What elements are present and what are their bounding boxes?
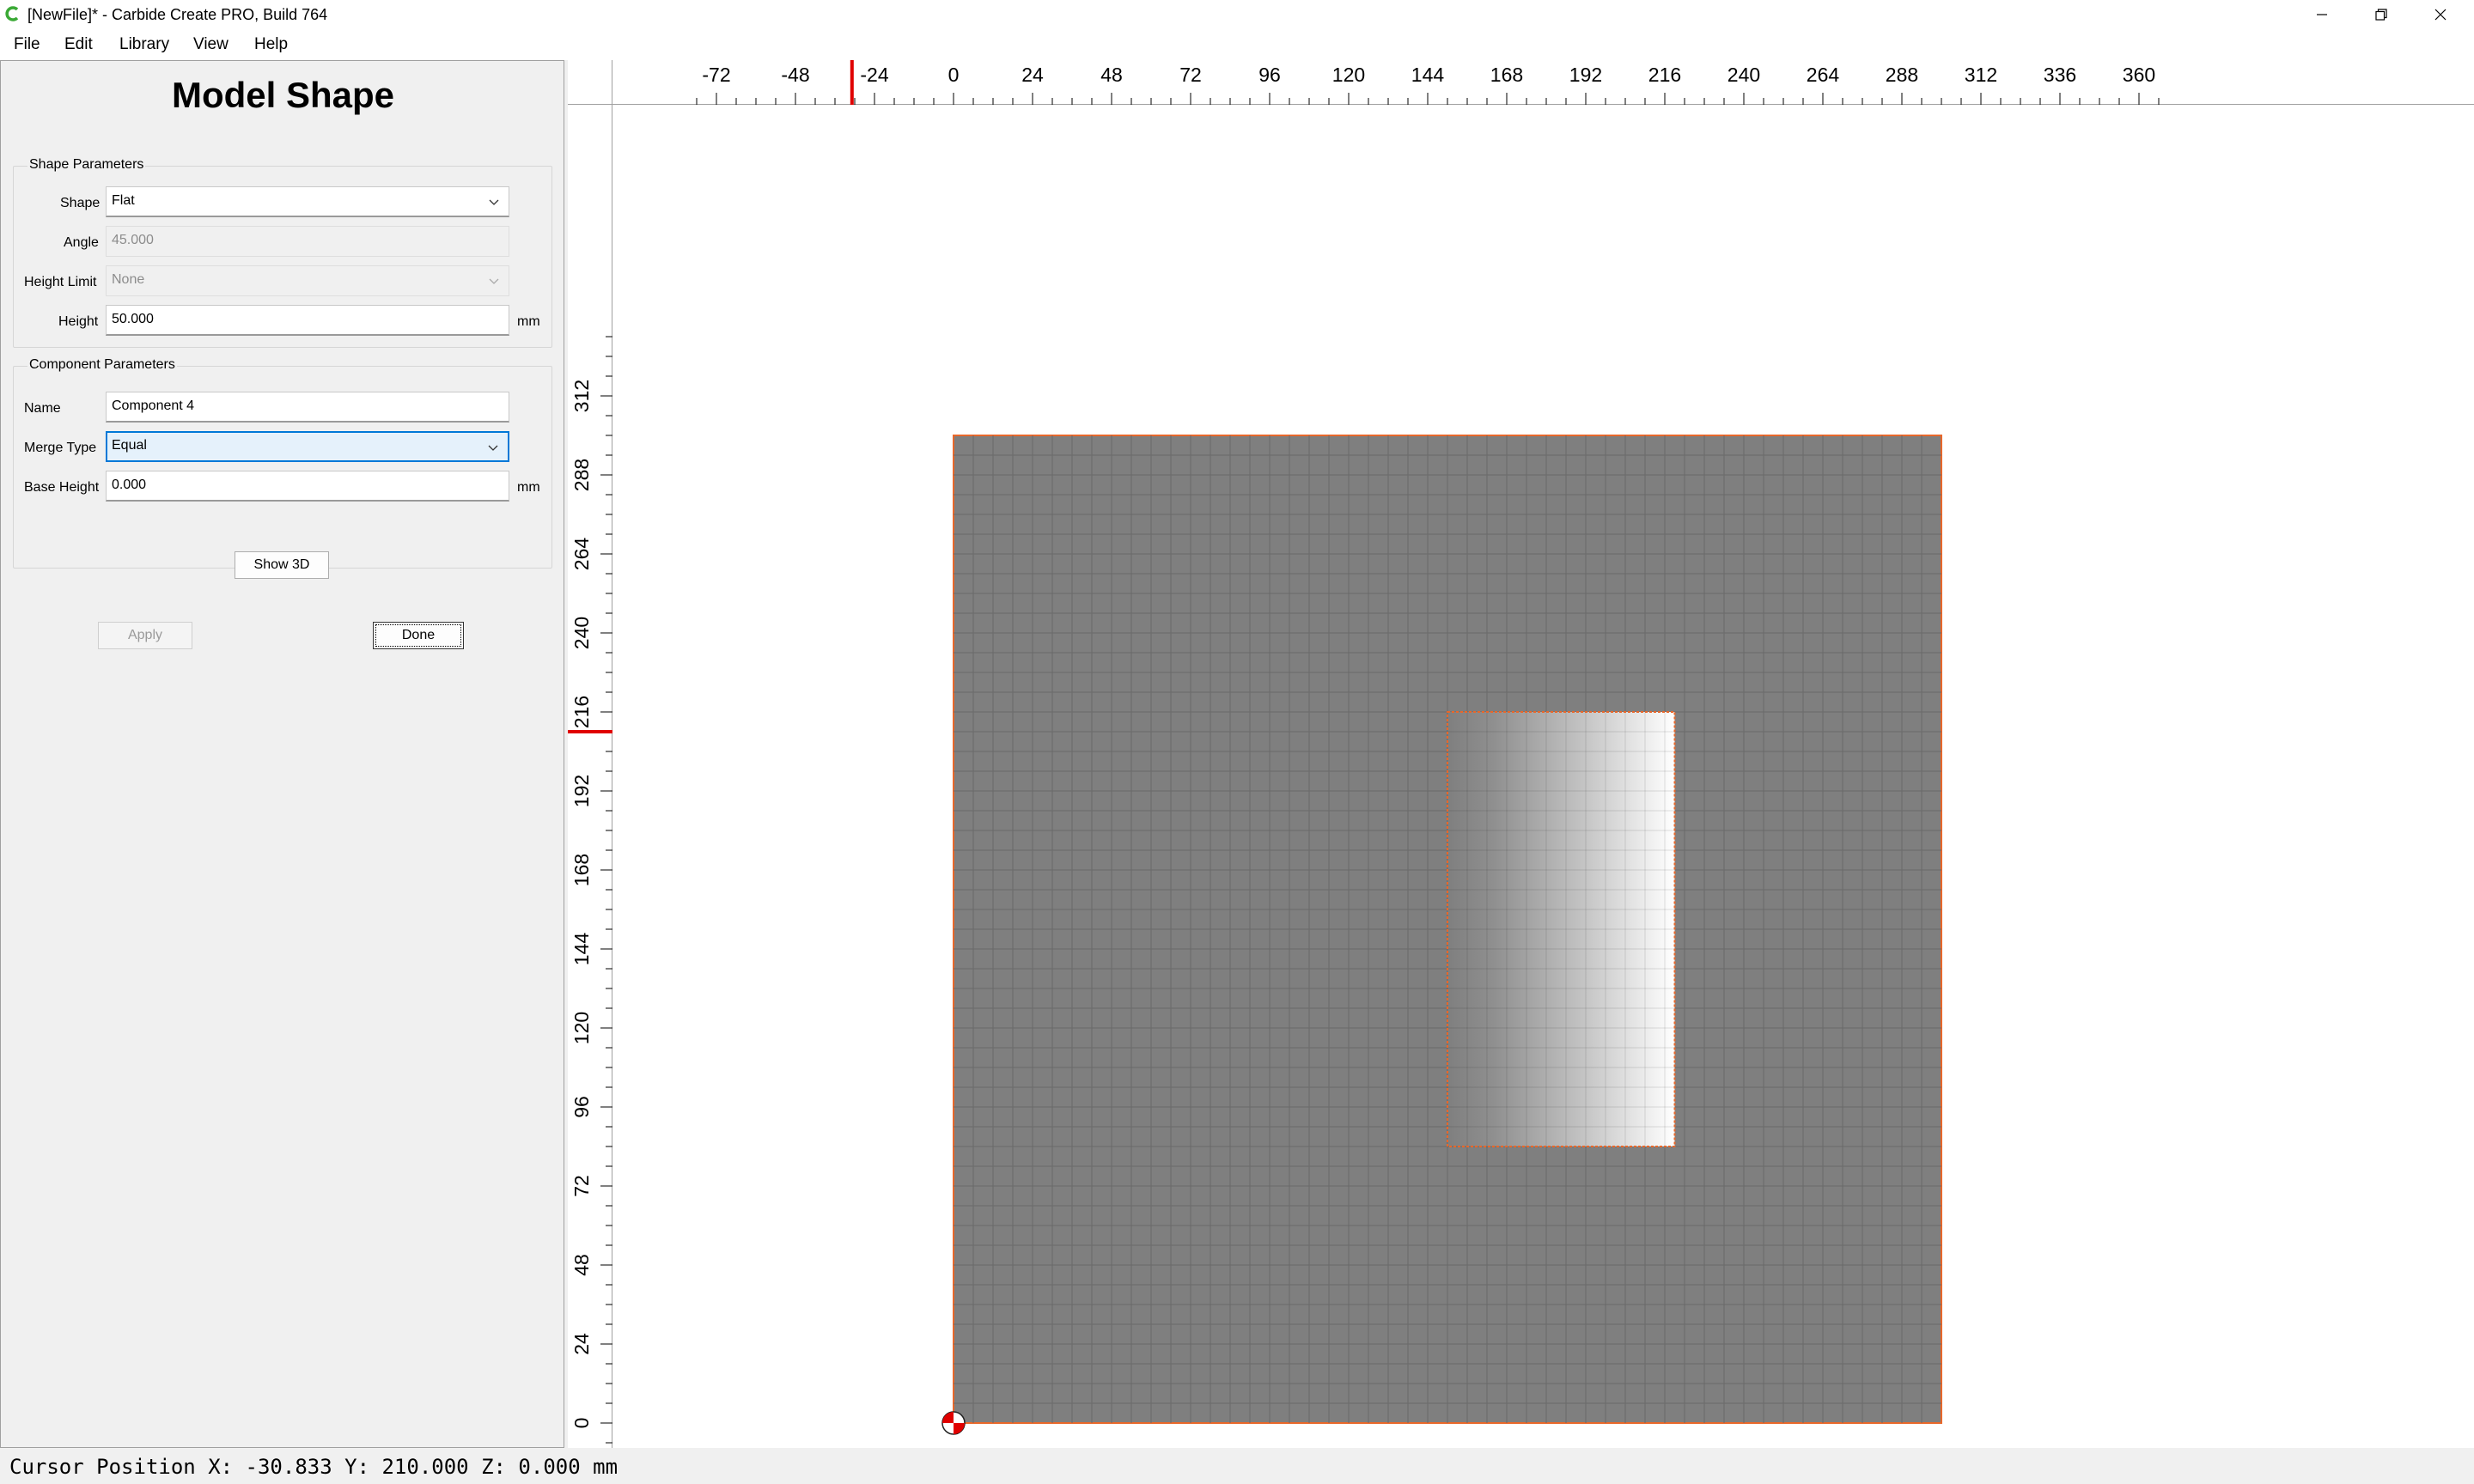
shape-value: Flat (112, 193, 135, 208)
x-tick-label: 48 (1100, 64, 1123, 86)
y-tick-label: 240 (570, 617, 593, 649)
minimize-button[interactable] (2292, 0, 2352, 29)
merge-type-label: Merge Type (24, 441, 97, 455)
x-tick-label: -72 (702, 64, 730, 86)
x-tick-label: 72 (1179, 64, 1202, 86)
ruler-corner (568, 60, 612, 105)
name-label: Name (24, 401, 61, 416)
y-tick-label: 24 (570, 1333, 593, 1355)
chevron-down-icon (489, 278, 499, 284)
window-title: [NewFile]* - Carbide Create PRO, Build 7… (27, 6, 328, 23)
menu-library[interactable]: Library (119, 33, 169, 56)
component-parameters-title: Component Parameters (27, 356, 177, 374)
close-icon (2434, 9, 2447, 21)
x-tick-label: 168 (1490, 64, 1523, 86)
model-shape-panel: Model Shape Shape Parameters Shape Flat … (0, 60, 564, 1448)
origin-marker-quadrant (954, 1423, 965, 1434)
design-canvas[interactable]: -72 -48 -24 0 24 48 72 96 120 144 168 192 216 240 264 2… (568, 60, 2474, 1448)
name-field[interactable]: Component 4 (106, 392, 509, 423)
y-tick-label: 192 (570, 775, 593, 807)
x-tick-label: -48 (781, 64, 809, 86)
height-value: 50.000 (112, 312, 154, 326)
show-3d-button[interactable]: Show 3D (235, 551, 329, 579)
origin-marker-quadrant (942, 1412, 954, 1423)
canvas-svg[interactable]: -72 -48 -24 0 24 48 72 96 120 144 168 192 216 240 264 2… (568, 60, 2474, 1448)
x-tick-label: 0 (948, 64, 960, 86)
vertical-ruler-bg (568, 60, 612, 1448)
marker-layer (568, 60, 966, 1435)
chevron-down-icon (489, 199, 499, 205)
y-tick-label: 264 (570, 538, 593, 571)
done-button[interactable]: Done (373, 622, 464, 649)
y-tick-label: 48 (570, 1254, 593, 1276)
x-tick-label: 96 (1258, 64, 1281, 86)
x-tick-label: -24 (860, 64, 888, 86)
x-tick-label: 288 (1886, 64, 1918, 86)
y-tick-label: 96 (570, 1096, 593, 1118)
shape-label: Shape (60, 196, 101, 210)
restore-icon (2375, 9, 2387, 21)
menu-help[interactable]: Help (254, 33, 288, 56)
y-tick-label: 216 (570, 696, 593, 728)
merge-type-value: Equal (112, 438, 147, 453)
x-tick-label: 144 (1411, 64, 1445, 86)
x-tick-label: 264 (1807, 64, 1840, 86)
shape-parameters-title: Shape Parameters (27, 156, 146, 173)
x-tick-label: 216 (1648, 64, 1681, 86)
angle-field[interactable]: 45.000 (106, 226, 509, 257)
panel-title: Model Shape (171, 75, 395, 115)
status-bar: Cursor Position X: -30.833 Y: 210.000 Z:… (0, 1448, 2474, 1484)
horizontal-ruler: -72 -48 -24 0 24 48 72 96 120 144 168 192 216 240 264 2… (568, 60, 2474, 105)
vertical-ruler: 312288264240216192168144120967248240 (568, 60, 612, 1448)
x-tick-label: 336 (2044, 64, 2076, 86)
base-height-field[interactable]: 0.000 (106, 471, 509, 502)
component-parameters-group: Component Parameters Name Component 4 Me… (13, 356, 552, 569)
y-tick-label: 72 (570, 1175, 593, 1197)
height-label: Height (58, 314, 99, 329)
x-tick-label: 240 (1728, 64, 1760, 86)
height-limit-label: Height Limit (24, 275, 97, 289)
menu-view[interactable]: View (193, 33, 229, 56)
y-tick-label: 0 (570, 1418, 593, 1429)
x-tick-label: 312 (1965, 64, 1997, 86)
base-height-label: Base Height (24, 480, 100, 495)
merge-type-dropdown[interactable]: Equal (106, 431, 509, 462)
x-tick-label: 360 (2123, 64, 2155, 86)
height-limit-dropdown[interactable]: None (106, 265, 509, 296)
angle-value: 45.000 (112, 233, 154, 247)
chevron-down-icon (488, 445, 498, 451)
minimize-icon (2317, 14, 2327, 15)
selection-layer[interactable] (1446, 711, 1676, 1148)
x-tick-label: 192 (1569, 64, 1602, 86)
name-value: Component 4 (112, 398, 195, 413)
height-limit-value: None (112, 272, 145, 287)
title-bar: [NewFile]* - Carbide Create PRO, Build 7… (0, 0, 2474, 29)
base-height-unit: mm (517, 480, 540, 495)
height-unit: mm (517, 314, 540, 329)
y-tick-label: 144 (570, 933, 593, 966)
apply-button[interactable]: Apply (98, 622, 192, 649)
menu-bar: File Edit Library View Help (0, 29, 2474, 60)
menu-file[interactable]: File (14, 33, 40, 56)
restore-button[interactable] (2351, 0, 2411, 29)
cursor-position-readout: Cursor Position X: -30.833 Y: 210.000 Z:… (9, 1455, 618, 1479)
base-height-value: 0.000 (112, 477, 147, 492)
height-field[interactable]: 50.000 (106, 305, 509, 336)
carbide-create-icon (5, 6, 19, 21)
y-tick-label: 288 (570, 459, 593, 491)
close-button[interactable] (2410, 0, 2471, 29)
x-tick-label: 120 (1332, 64, 1365, 86)
shape-dropdown[interactable]: Flat (106, 186, 509, 217)
x-tick-label: 24 (1021, 64, 1044, 86)
angle-label: Angle (64, 235, 99, 250)
y-tick-label: 312 (570, 380, 593, 412)
y-tick-label: 120 (570, 1012, 593, 1044)
shape-parameters-group: Shape Parameters Shape Flat Angle 45.000… (13, 156, 552, 348)
y-tick-label: 168 (570, 854, 593, 886)
menu-edit[interactable]: Edit (64, 33, 93, 56)
